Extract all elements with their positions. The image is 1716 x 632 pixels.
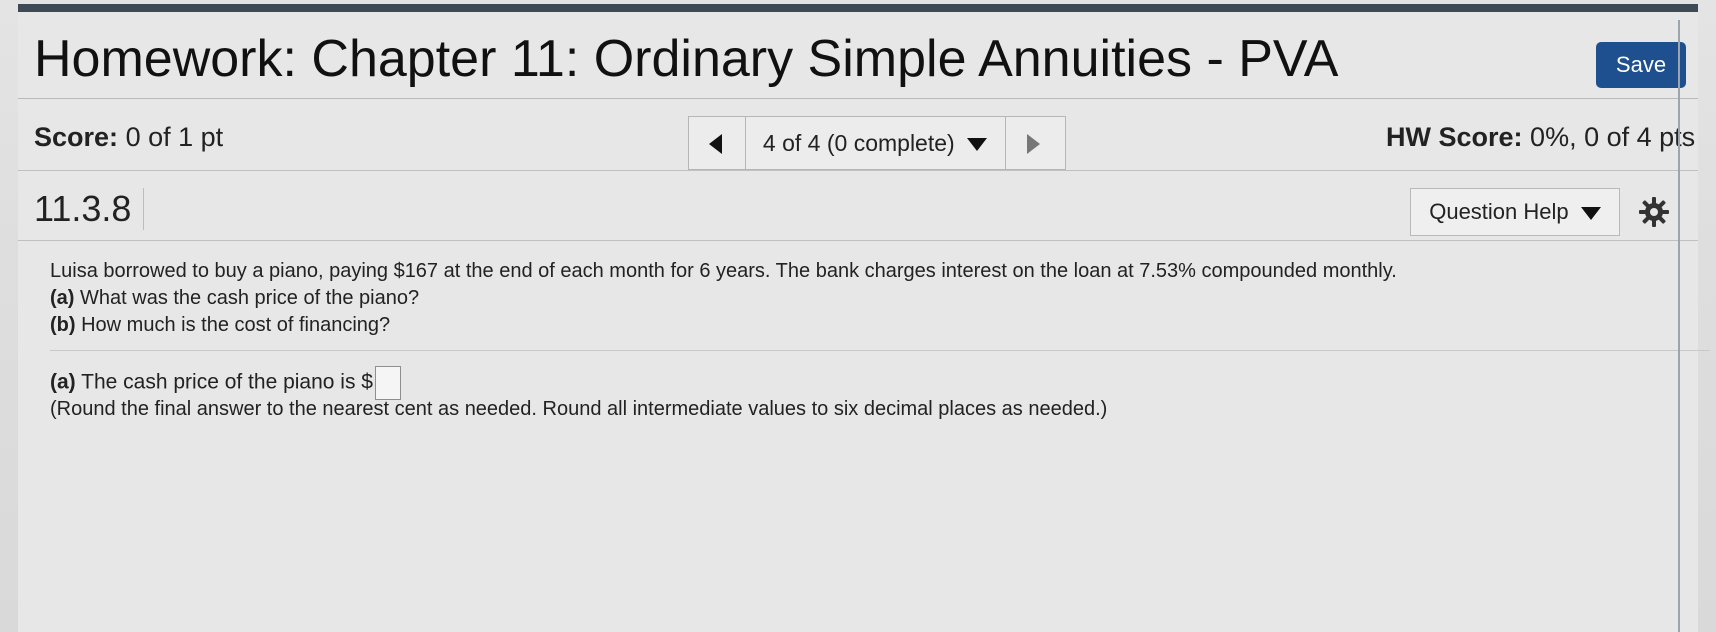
question-progress: 4 of 4 (0 complete) xyxy=(762,130,955,156)
homework-page: Homework: Chapter 11: Ordinary Simple An… xyxy=(18,12,1710,632)
question-help-button[interactable]: Question Help xyxy=(1410,188,1620,236)
triangle-left-icon xyxy=(709,134,722,154)
part-b-label: (b) xyxy=(50,314,76,336)
question-score: Score: 0 of 1 pt xyxy=(34,122,223,153)
hw-score-label: HW Score: xyxy=(1386,122,1523,152)
previous-question-button[interactable] xyxy=(689,117,746,169)
question-id: 11.3.8 xyxy=(34,188,145,230)
problem-intro: Luisa borrowed to buy a piano, paying $1… xyxy=(50,260,1397,282)
triangle-right-icon xyxy=(1027,134,1040,154)
top-strip xyxy=(18,4,1698,12)
question-navigation: 4 of 4 (0 complete) xyxy=(688,116,1066,170)
problem-part-a: (a) What was the cash price of the piano… xyxy=(50,287,419,310)
screen-right-divider xyxy=(1678,20,1680,632)
score-label: Score: xyxy=(34,122,119,152)
question-help-label: Question Help xyxy=(1429,199,1569,224)
save-button[interactable]: Save xyxy=(1596,42,1686,88)
part-b-text: How much is the cost of financing? xyxy=(81,314,391,336)
answer-line: (a) The cash price of the piano is $ xyxy=(50,366,401,400)
question-row: 11.3.8 Question Help xyxy=(18,172,1698,241)
rounding-instruction: (Round the final answer to the nearest c… xyxy=(50,398,1108,420)
answer-prompt: The cash price of the piano is $ xyxy=(81,370,373,394)
part-a-text: What was the cash price of the piano? xyxy=(80,287,420,309)
title-row: Homework: Chapter 11: Ordinary Simple An… xyxy=(18,12,1698,99)
score-row: Score: 0 of 1 pt 4 of 4 (0 complete) HW … xyxy=(18,100,1698,171)
cash-price-input[interactable] xyxy=(374,366,401,400)
score-value: 0 of 1 pt xyxy=(125,122,224,152)
triangle-down-icon xyxy=(967,138,988,152)
part-a-label: (a) xyxy=(50,287,75,309)
triangle-down-icon xyxy=(1580,206,1601,220)
screen: Homework: Chapter 11: Ordinary Simple An… xyxy=(0,0,1716,632)
homework-score: HW Score: 0%, 0 of 4 pts xyxy=(1386,122,1695,153)
hw-score-value: 0%, 0 of 4 pts xyxy=(1530,122,1696,152)
answer-part-label: (a) xyxy=(50,370,76,394)
page-title: Homework: Chapter 11: Ordinary Simple An… xyxy=(34,30,1339,88)
content-divider xyxy=(50,350,1710,351)
question-selector[interactable]: 4 of 4 (0 complete) xyxy=(745,117,1006,169)
problem-part-b: (b) How much is the cost of financing? xyxy=(50,314,390,337)
next-question-button[interactable] xyxy=(1005,117,1065,169)
question-content: Luisa borrowed to buy a piano, paying $1… xyxy=(18,240,1710,632)
gear-icon[interactable] xyxy=(1638,196,1670,228)
